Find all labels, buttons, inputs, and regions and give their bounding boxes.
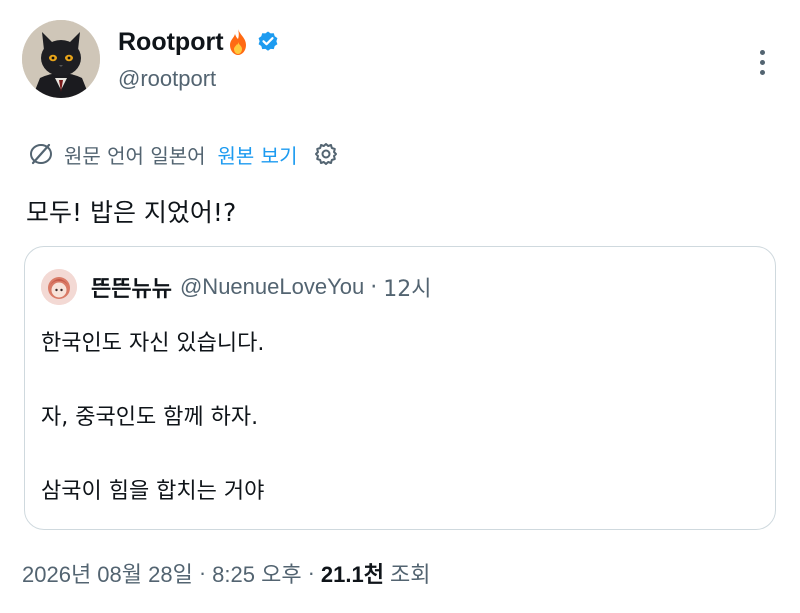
show-original-link[interactable]: 원본 보기: [218, 140, 298, 169]
quoted-text-line: 삼국이 힘을 합치는 거야: [41, 479, 265, 504]
quoted-text-line: 자, 중국인도 함께 하자.: [41, 405, 259, 430]
tweet-date[interactable]: 2026년 08월 28일: [22, 557, 193, 589]
meta-separator: ·: [307, 560, 315, 585]
quoted-time: 12시: [383, 277, 432, 302]
quoted-author-name: 뜬뜬뉴뉴: [91, 277, 172, 302]
quoted-text-line: 한국인도 자신 있습니다.: [41, 331, 265, 356]
author-avatar[interactable]: [22, 20, 100, 98]
views-count[interactable]: 21.1천: [321, 557, 384, 589]
tweet-text: 모두! 밥은 지었어!?: [26, 198, 237, 227]
tweet-time[interactable]: 8:25 오후: [212, 557, 301, 589]
gear-icon[interactable]: [313, 141, 339, 167]
views-label: 조회: [389, 562, 431, 587]
author-name-text: Rootport: [118, 28, 224, 56]
quoted-author-handle: @NuenueLoveYou: [179, 274, 365, 299]
quoted-author-avatar[interactable]: [41, 269, 77, 305]
translation-label: 원문 언어 일본어: [64, 143, 206, 168]
more-icon: [759, 49, 765, 55]
quoted-separator: ·: [370, 274, 378, 300]
cat-avatar-image: [22, 20, 100, 98]
author-handle[interactable]: @rootport: [118, 66, 216, 92]
more-options-button[interactable]: [748, 44, 776, 80]
anime-avatar-image: [41, 269, 77, 305]
translate-icon: [30, 143, 52, 165]
author-display-name[interactable]: Rootport: [118, 26, 280, 58]
quoted-tweet-card[interactable]: 뜬뜬뉴뉴 @NuenueLoveYou · 12시 한국인도 자신 있습니다. …: [24, 246, 776, 530]
meta-separator: ·: [198, 560, 207, 585]
fire-icon: [226, 28, 250, 56]
quoted-tweet-header: 뜬뜬뉴뉴 @NuenueLoveYou · 12시: [41, 269, 431, 305]
tweet-meta: 2026년 08월 28일 · 8:25 오후 · 21.1천 조회: [22, 556, 430, 590]
translation-bar: 원문 언어 일본어 원본 보기: [28, 138, 339, 170]
verified-icon: [256, 30, 280, 54]
